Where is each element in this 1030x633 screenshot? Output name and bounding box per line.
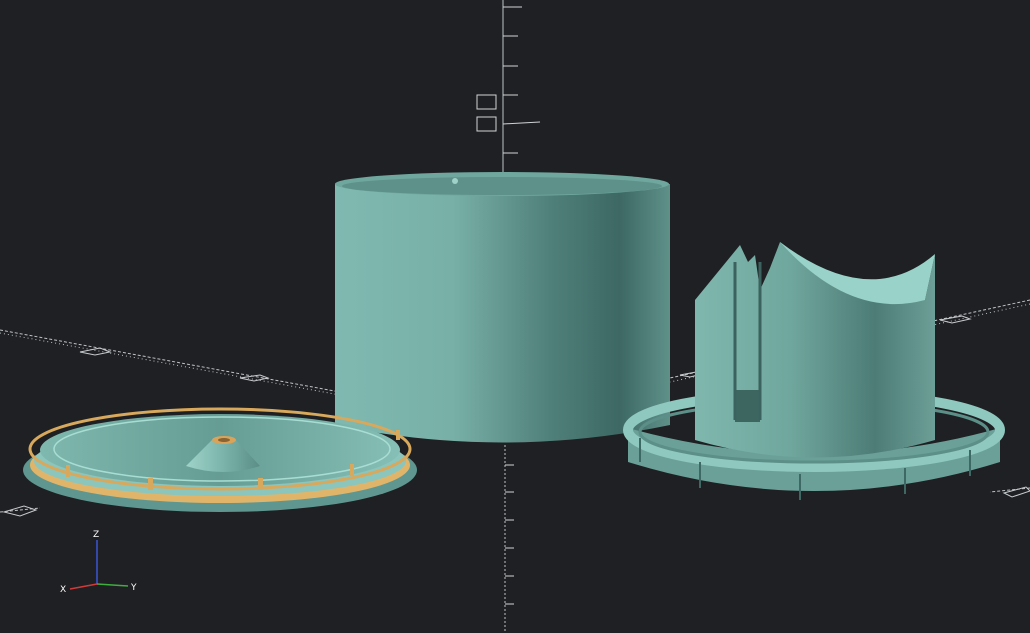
y-axis-label: Y: [130, 583, 137, 593]
axes-gizmo: Z Y X: [60, 530, 137, 595]
slotted-insert[interactable]: [695, 242, 935, 458]
scene-canvas[interactable]: Z Y X: [0, 0, 1030, 633]
canister-vent-hole: [452, 178, 458, 184]
cylinder-canister[interactable]: [335, 172, 670, 443]
3d-viewport[interactable]: Z Y X: [0, 0, 1030, 633]
z-axis-label: Z: [93, 530, 99, 540]
x-axis-label: X: [60, 585, 66, 595]
